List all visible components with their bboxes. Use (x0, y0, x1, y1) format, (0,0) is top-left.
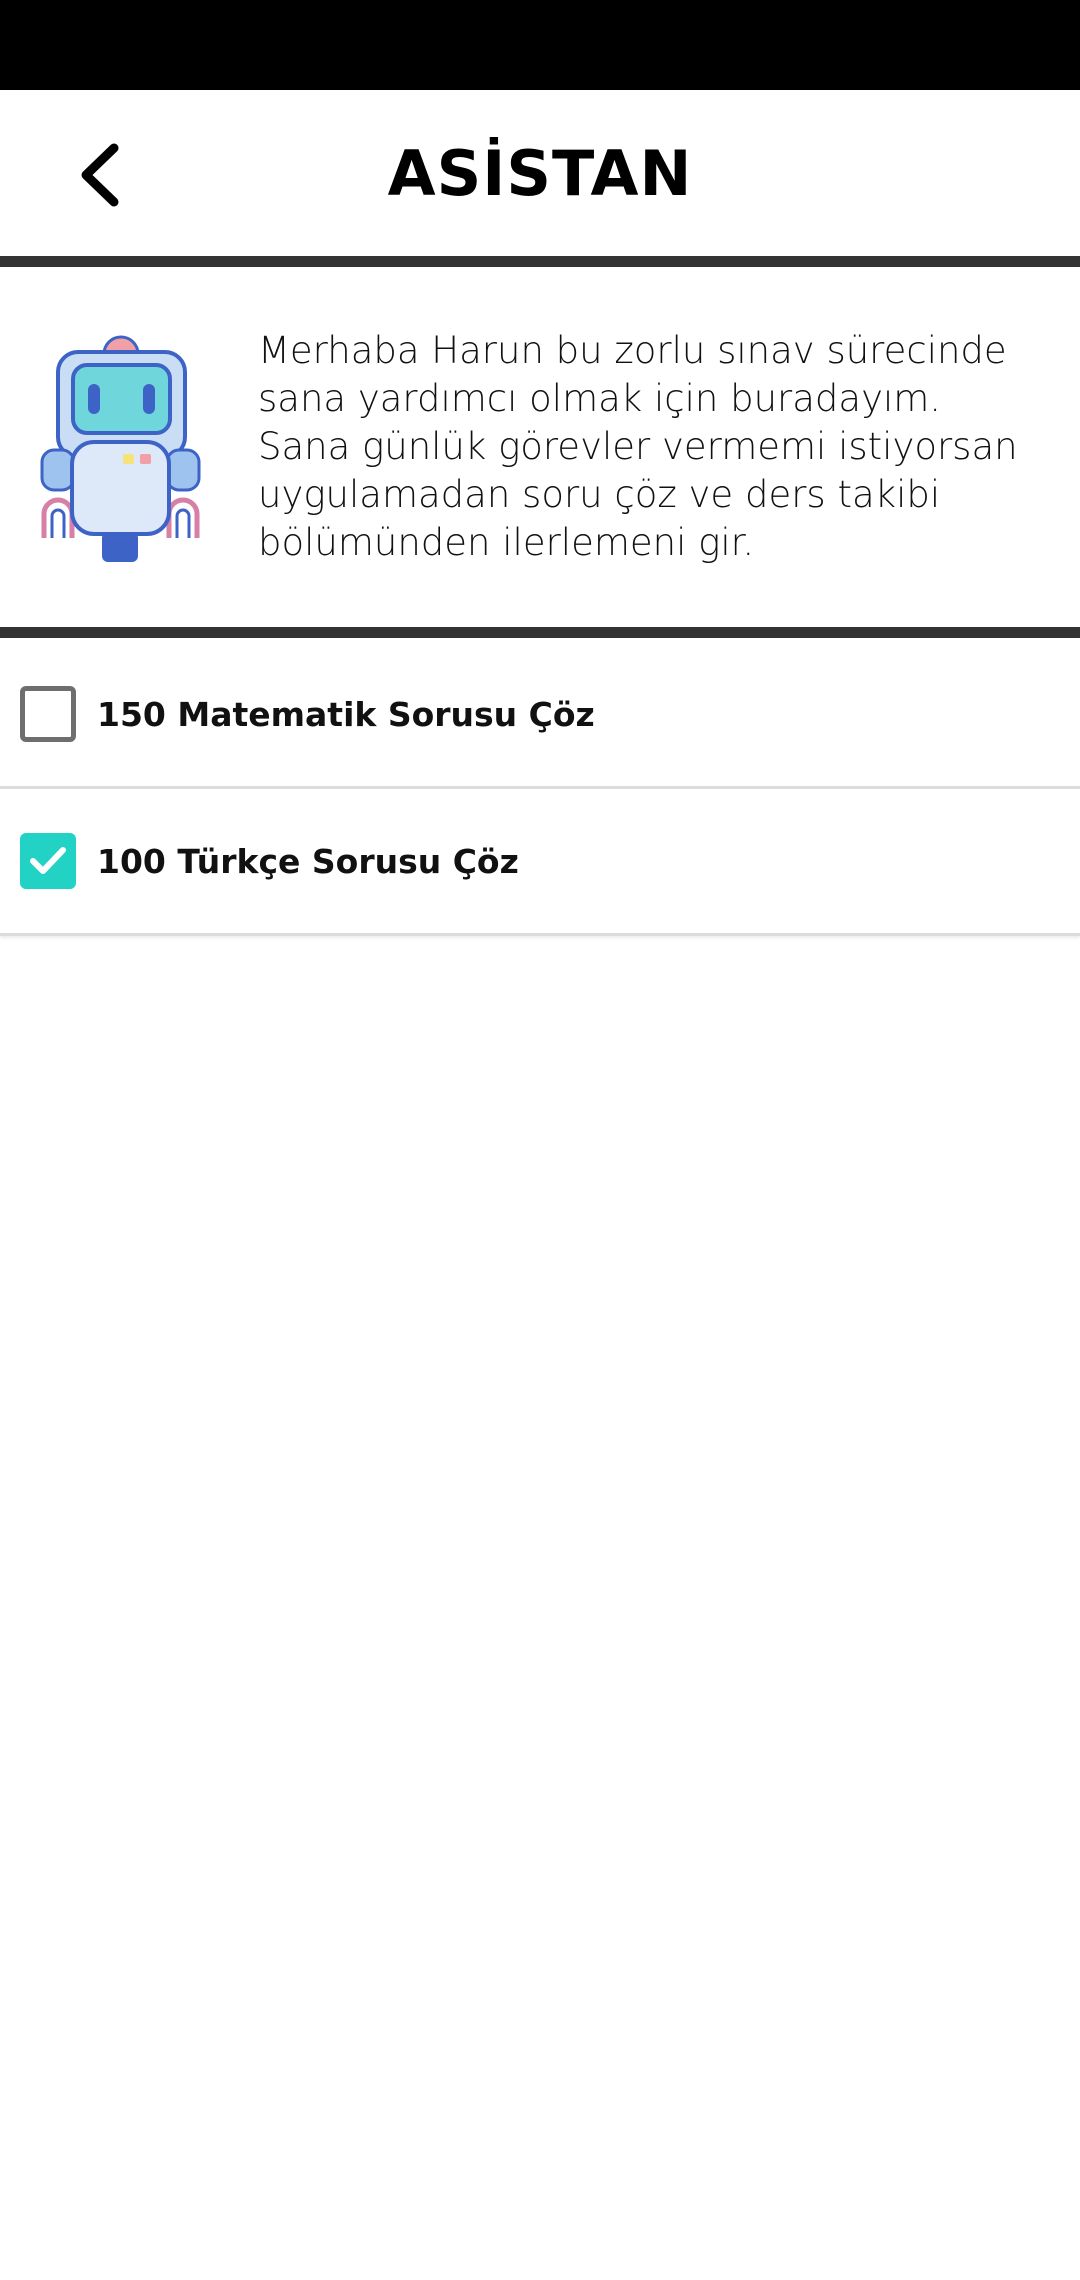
chevron-left-icon (81, 143, 119, 207)
app-bar: ASİSTAN (0, 90, 1080, 256)
message-line: bölümünden ilerlemeni gir. (258, 521, 755, 564)
task-label: 100 Türkçe Sorusu Çöz (97, 841, 519, 881)
task-checkbox-checked[interactable] (20, 833, 76, 889)
task-label: 150 Matematik Sorusu Çöz (97, 694, 595, 734)
status-bar (0, 0, 1080, 90)
assistant-message: Merhaba Harun bu zorlu sınav sürecinde s… (258, 327, 1058, 567)
panel-divider (0, 627, 1080, 638)
task-list: 150 Matematik Sorusu Çöz 100 Türkçe Soru… (0, 642, 1080, 936)
assistant-panel: Merhaba Harun bu zorlu sınav sürecinde s… (0, 267, 1080, 627)
message-line: Sana günlük görevler vermemi istiyorsan (258, 425, 1018, 468)
robot-icon (40, 335, 201, 562)
checkmark-icon (30, 847, 66, 874)
task-item[interactable]: 150 Matematik Sorusu Çöz (0, 642, 1080, 789)
back-button[interactable] (50, 120, 150, 230)
task-item[interactable]: 100 Türkçe Sorusu Çöz (0, 789, 1080, 936)
message-line: sana yardımcı olmak için buradayım. (258, 377, 942, 420)
message-line: Merhaba Harun bu zorlu sınav sürecinde (258, 329, 1007, 372)
page-title: ASİSTAN (387, 136, 693, 210)
message-line: uygulamadan soru çöz ve ders takibi (258, 473, 941, 516)
task-checkbox-unchecked[interactable] (20, 686, 76, 742)
header-divider (0, 256, 1080, 267)
